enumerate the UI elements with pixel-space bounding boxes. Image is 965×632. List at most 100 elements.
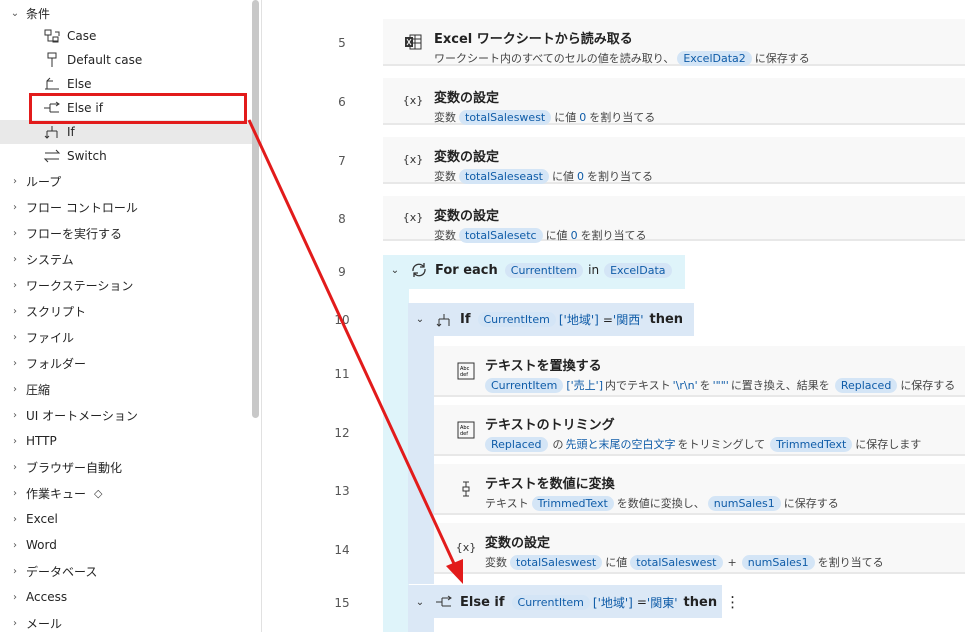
variable-chip[interactable]: TrimmedText [531,495,614,511]
variable-icon: {x} [402,94,424,107]
action-desc: の [552,438,564,451]
sidebar-item-default-case[interactable]: Default case [0,48,250,72]
group-conditions[interactable]: ⌄ 条件 [0,0,250,26]
line-number: 13 [334,484,350,498]
sidebar-group[interactable]: › Word [0,532,250,558]
action-desc: に保存する [754,52,810,65]
variable-chip[interactable]: numSales1 [741,554,815,570]
group-label: 条件 [26,6,51,21]
sidebar-group[interactable]: › システム [0,246,250,272]
sidebar-group-label: データベース [26,564,98,579]
chevron-down-icon[interactable]: ⌄ [412,314,428,325]
action-step-14[interactable]: {x} 変数の設定 変数 totalSaleswest に値 totalSale… [434,523,965,574]
action-desc: に保存する [783,497,839,510]
sidebar-group[interactable]: › フォルダー [0,350,250,376]
sidebar-group-label: ブラウザー自動化 [26,460,123,475]
sidebar-group[interactable]: › HTTP [0,428,250,454]
variable-chip[interactable]: ExcelData2 [677,50,752,66]
then-keyword: then [683,594,718,610]
variable-chip[interactable]: ExcelData [604,262,672,278]
chevron-down-icon[interactable]: ⌄ [412,597,428,608]
variable-chip[interactable]: totalSaleswest [459,109,552,125]
line-number: 10 [334,313,350,327]
variable-chip[interactable]: Replaced [485,436,548,452]
sidebar-group-label: システム [26,252,74,267]
action-desc: に値 [551,170,574,183]
action-desc: を割り当てる [817,556,884,569]
sidebar-group[interactable]: › 圧縮 [0,376,250,402]
line-number: 5 [338,36,346,50]
action-step-11[interactable]: Abc def テキストを置換する CurrentItem ['売上'] 内でテキ… [434,346,965,397]
action-desc: 変数 [485,556,507,569]
line-number-gutter: 5 6 7 8 9 10 11 12 13 14 15 [262,0,382,632]
chevron-right-icon: › [13,305,17,317]
sidebar-item-label: Else [67,77,92,91]
chevron-right-icon: › [13,279,17,291]
text-to-number-icon [456,464,476,513]
text-replace-icon: Abc def [456,346,476,395]
sidebar-group[interactable]: › Access [0,584,250,610]
variable-chip[interactable]: CurrentItem [485,377,564,393]
sidebar-group[interactable]: › メール [0,610,250,632]
flow-designer: 5 6 7 8 9 10 11 12 13 14 15 Excel ワークシートから読み取る ワーク… [262,0,965,632]
sidebar-group-label: ループ [26,174,62,189]
action-desc: をトリミングして [677,438,766,451]
sidebar-item-else[interactable]: Else [0,72,250,96]
in-keyword: in [588,263,600,277]
sidebar-item-switch[interactable]: Switch [0,144,250,168]
action-step-6[interactable]: {x} 変数の設定 変数 totalSaleswest に値 0 を割り当てる [383,78,965,125]
action-title: Excel ワークシートから読み取る [434,32,633,47]
action-desc: テキスト [485,497,529,510]
action-desc: に保存する [900,379,956,392]
sidebar-group[interactable]: › フローを実行する [0,220,250,246]
variable-chip[interactable]: totalSaleseast [459,168,549,184]
line-number: 12 [334,426,350,440]
action-step-5[interactable]: Excel ワークシートから読み取る ワークシート内のすべてのセルの値を読み取り… [383,19,965,66]
action-step-12[interactable]: Abc def テキストのトリミング Replaced の 先頭と末尾の空白文字 … [434,405,965,456]
action-step-7[interactable]: {x} 変数の設定 変数 totalSaleseast に値 0 を割り当てる [383,137,965,184]
sidebar-group[interactable]: › ループ [0,168,250,194]
if-header-content: ⌄ If CurrentItem ['地域'] = '関西' then [412,311,687,328]
sidebar-group[interactable]: › Excel [0,506,250,532]
action-step-8[interactable]: {x} 変数の設定 変数 totalSalesetc に値 0 を割り当てる [383,196,965,243]
variable-chip[interactable]: Replaced [834,377,898,393]
sidebar-group[interactable]: › ファイル [0,324,250,350]
variable-chip[interactable]: totalSaleswest [630,554,723,570]
action-desc: に値 [605,556,628,569]
sidebar-group[interactable]: › ワークステーション [0,272,250,298]
variable-chip[interactable]: numSales1 [707,495,781,511]
sidebar-group[interactable]: › UI オートメーション [0,402,250,428]
sidebar-group-label: Excel [26,512,58,526]
action-desc: 変数 [434,229,456,242]
sidebar-item-case[interactable]: Case [0,24,250,48]
sidebar-group[interactable]: › フロー コントロール [0,194,250,220]
sidebar-group[interactable]: › スクリプト [0,298,250,324]
sidebar-group[interactable]: › 作業キュー ◇ [0,480,250,506]
more-options-icon[interactable]: ⋮ [725,593,740,611]
action-step-13[interactable]: テキストを数値に変換 テキスト TrimmedText を数値に変換し、 num… [434,464,965,515]
variable-chip[interactable]: CurrentItem [511,594,590,610]
if-icon [42,124,62,140]
chevron-down-icon[interactable]: ⌄ [387,265,403,276]
variable-chip[interactable]: TrimmedText [770,436,853,452]
variable-icon: {x} [455,541,477,554]
else-if-icon [434,595,454,609]
sidebar-item-else-if[interactable]: Else if [0,96,250,120]
variable-chip[interactable]: totalSalesetc [459,227,543,243]
premium-diamond-icon: ◇ [94,486,103,500]
line-number: 11 [334,367,350,381]
sidebar-item-label: Case [67,29,97,43]
sidebar-group[interactable]: › ブラウザー自動化 [0,454,250,480]
sidebar-scrollbar[interactable] [252,0,259,418]
sidebar-group-label: 作業キュー [26,486,87,501]
variable-chip[interactable]: CurrentItem [477,312,556,327]
chevron-right-icon: › [13,331,17,343]
sidebar-item-if[interactable]: If [0,120,252,144]
chevron-right-icon: › [13,539,17,551]
else-if-icon [42,100,62,116]
variable-chip[interactable]: CurrentItem [504,262,584,278]
variable-chip[interactable]: totalSaleswest [510,554,603,570]
sidebar-group-label: フロー コントロール [26,200,138,215]
sidebar-group[interactable]: › データベース [0,558,250,584]
chevron-right-icon: › [13,461,17,473]
